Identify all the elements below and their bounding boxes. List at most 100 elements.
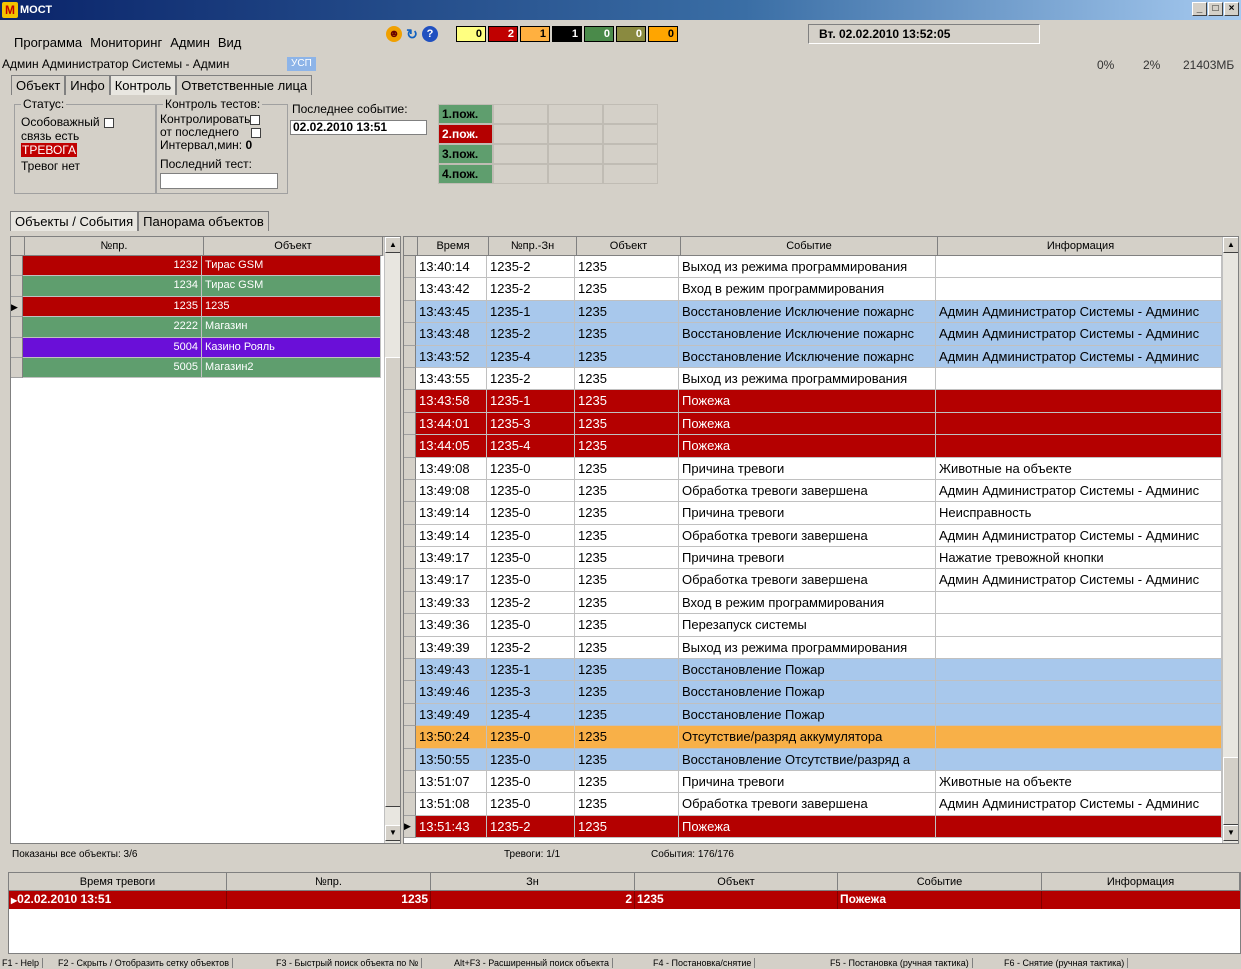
fkey-f5[interactable]: F5 - Постановка (ручная тактика) — [830, 958, 973, 968]
event-row[interactable]: 13:49:17 1235-0 1235 Обработка тревоги заве… — [404, 569, 1238, 592]
event-row[interactable]: 13:49:14 1235-0 1235 Обработка тревоги заве… — [404, 524, 1238, 548]
event-row[interactable]: 13:51:07 1235-0 1235 Причина тревоги Животны… — [404, 770, 1238, 794]
events-header-event[interactable]: Событие — [681, 237, 938, 256]
events-header-info[interactable]: Информация — [938, 237, 1224, 256]
scroll-up-icon[interactable]: ▲ — [1223, 237, 1238, 253]
event-row[interactable]: 13:49:49 1235-4 1235 Восстановление Пожар — [404, 703, 1238, 727]
tab-control[interactable]: Контроль — [109, 75, 177, 95]
fire-zone-empty-cell[interactable] — [493, 144, 548, 164]
alarms-header-zone[interactable]: Зн — [431, 873, 635, 891]
fkey-f1[interactable]: F1 - Help — [2, 958, 44, 968]
objects-header-num[interactable]: №пр. — [25, 237, 204, 256]
counter-0[interactable]: 0 — [456, 26, 486, 42]
event-row[interactable]: 13:43:48 1235-2 1235 Восстановление Исключе… — [404, 323, 1238, 346]
menu-view[interactable]: Вид — [218, 35, 242, 50]
fire-zone-3[interactable]: 3.пож. — [438, 144, 493, 164]
object-row[interactable]: 5004 Казино Рояль — [11, 337, 400, 358]
scroll-up-icon[interactable]: ▲ — [385, 237, 400, 253]
event-row[interactable]: 13:49:46 1235-3 1235 Восстановление Пожар — [404, 681, 1238, 704]
fire-zone-empty-cell[interactable] — [603, 124, 658, 144]
refresh-icon[interactable]: ↻ — [404, 26, 420, 42]
tab-info[interactable]: Инфо — [65, 75, 110, 95]
scroll-thumb[interactable] — [1223, 757, 1238, 825]
alarm-row[interactable]: ▶02.02.2010 13:51 1235 2 1235 Пожежа — [9, 891, 1240, 909]
event-row[interactable]: 13:44:05 1235-4 1235 Пожежа — [404, 435, 1238, 458]
object-row[interactable]: ▶ 1235 1235 — [11, 296, 400, 318]
counter-4[interactable]: 0 — [584, 26, 614, 42]
fire-zone-empty-cell[interactable] — [493, 124, 548, 144]
smiley-icon[interactable]: ☻ — [386, 26, 402, 42]
fire-zone-empty-cell[interactable] — [493, 164, 548, 184]
event-row[interactable]: 13:50:24 1235-0 1235 Отсутствие/разряд акку… — [404, 726, 1238, 749]
fire-zone-empty-cell[interactable] — [603, 144, 658, 164]
event-row[interactable]: 13:43:42 1235-2 1235 Вход в режим программи… — [404, 278, 1238, 301]
event-row[interactable]: 13:43:52 1235-4 1235 Восстановление Исключе… — [404, 345, 1238, 368]
menu-program[interactable]: Программа — [14, 35, 82, 50]
fire-zone-2[interactable]: 2.пож. — [438, 124, 493, 144]
last-test-field[interactable] — [160, 173, 278, 189]
fkey-alt-f3[interactable]: Alt+F3 - Расширенный поиск объекта — [454, 958, 614, 968]
fire-zone-empty-cell[interactable] — [493, 104, 548, 124]
event-row[interactable]: ▶ 13:51:43 1235-2 1235 Пожежа — [404, 815, 1238, 839]
event-row[interactable]: 13:49:36 1235-0 1235 Перезапуск системы — [404, 614, 1238, 637]
from-last-checkbox[interactable] — [250, 127, 261, 138]
event-row[interactable]: 13:49:14 1235-0 1235 Причина тревоги Неиспра… — [404, 502, 1238, 525]
tab-objects-events[interactable]: Объекты / События — [10, 211, 139, 231]
fire-zone-empty-cell[interactable] — [603, 164, 658, 184]
scroll-thumb[interactable] — [385, 357, 400, 807]
event-row[interactable]: 13:49:17 1235-0 1235 Причина тревоги Нажатие… — [404, 547, 1238, 570]
fire-zone-4[interactable]: 4.пож. — [438, 164, 493, 184]
fkey-f4[interactable]: F4 - Постановка/снятие — [653, 958, 756, 968]
scroll-down-icon[interactable]: ▼ — [385, 825, 400, 841]
alarms-header-object[interactable]: Объект — [635, 873, 838, 891]
counter-6[interactable]: 0 — [648, 26, 678, 42]
event-row[interactable]: 13:49:33 1235-2 1235 Вход в режим программи… — [404, 591, 1238, 615]
event-row[interactable]: 13:49:39 1235-2 1235 Выход из режима програ… — [404, 636, 1238, 660]
event-row[interactable]: 13:51:08 1235-0 1235 Обработка тревоги заве… — [404, 793, 1238, 816]
fire-zone-empty-cell[interactable] — [548, 164, 603, 184]
event-row[interactable]: 13:50:55 1235-0 1235 Восстановление Отсутст… — [404, 748, 1238, 771]
event-row[interactable]: 13:43:45 1235-1 1235 Восстановление Исключе… — [404, 300, 1238, 324]
fire-zone-empty-cell[interactable] — [603, 104, 658, 124]
maximize-button[interactable]: □ — [1208, 2, 1223, 16]
fire-zone-1[interactable]: 1.пож. — [438, 104, 493, 124]
fkey-f6[interactable]: F6 - Снятие (ручная тактика) — [1004, 958, 1129, 968]
event-row[interactable]: 13:40:14 1235-2 1235 Выход из режима програ… — [404, 256, 1238, 279]
event-row[interactable]: 13:49:43 1235-1 1235 Восстановление Пожар — [404, 659, 1238, 682]
guarded-checkbox[interactable] — [103, 117, 114, 128]
event-row[interactable]: 13:43:55 1235-2 1235 Выход из режима програ… — [404, 367, 1238, 391]
tab-responsible[interactable]: Ответственные лица — [176, 75, 313, 95]
event-row[interactable]: 13:44:01 1235-3 1235 Пожежа — [404, 412, 1238, 436]
events-header-zone[interactable]: №пр.-Зн — [489, 237, 577, 256]
counter-1[interactable]: 2 — [488, 26, 518, 42]
fire-zone-empty-cell[interactable] — [548, 104, 603, 124]
alarms-header-event[interactable]: Событие — [838, 873, 1042, 891]
alarms-header-time[interactable]: Время тревоги — [9, 873, 227, 891]
minimize-button[interactable]: _ — [1192, 2, 1207, 16]
scroll-down-icon[interactable]: ▼ — [1223, 825, 1238, 841]
control-checkbox[interactable] — [250, 114, 261, 125]
tab-object[interactable]: Объект — [11, 75, 66, 95]
fkey-f2[interactable]: F2 - Скрыть / Отобразить сетку объектов — [58, 958, 233, 968]
menu-monitoring[interactable]: Мониторинг — [90, 35, 162, 50]
counter-3[interactable]: 1 — [552, 26, 582, 42]
fkey-f3[interactable]: F3 - Быстрый поиск объекта по № — [276, 958, 423, 968]
objects-scrollbar[interactable]: ▲ ▼ — [384, 237, 400, 843]
event-row[interactable]: 13:49:08 1235-0 1235 Обработка тревоги заве… — [404, 479, 1238, 503]
events-header-time[interactable]: Время — [418, 237, 489, 256]
counter-2[interactable]: 1 — [520, 26, 550, 42]
object-row[interactable]: 1234 Тирас GSM — [11, 276, 400, 297]
event-row[interactable]: 13:43:58 1235-1 1235 Пожежа — [404, 390, 1238, 413]
tab-panorama[interactable]: Панорама объектов — [138, 211, 269, 231]
object-row[interactable]: 5005 Магазин2 — [11, 357, 400, 379]
object-row[interactable]: 2222 Магазин — [11, 317, 400, 338]
alarms-header-info[interactable]: Информация — [1042, 873, 1240, 891]
objects-header-name[interactable]: Объект — [204, 237, 383, 256]
fire-zone-empty-cell[interactable] — [548, 124, 603, 144]
events-scrollbar[interactable]: ▲ ▼ — [1222, 237, 1238, 843]
counter-5[interactable]: 0 — [616, 26, 646, 42]
alarms-header-num[interactable]: №пр. — [227, 873, 431, 891]
object-row[interactable]: 1232 Тирас GSM — [11, 256, 400, 277]
help-icon[interactable]: ? — [422, 26, 438, 42]
close-button[interactable]: × — [1224, 2, 1239, 16]
